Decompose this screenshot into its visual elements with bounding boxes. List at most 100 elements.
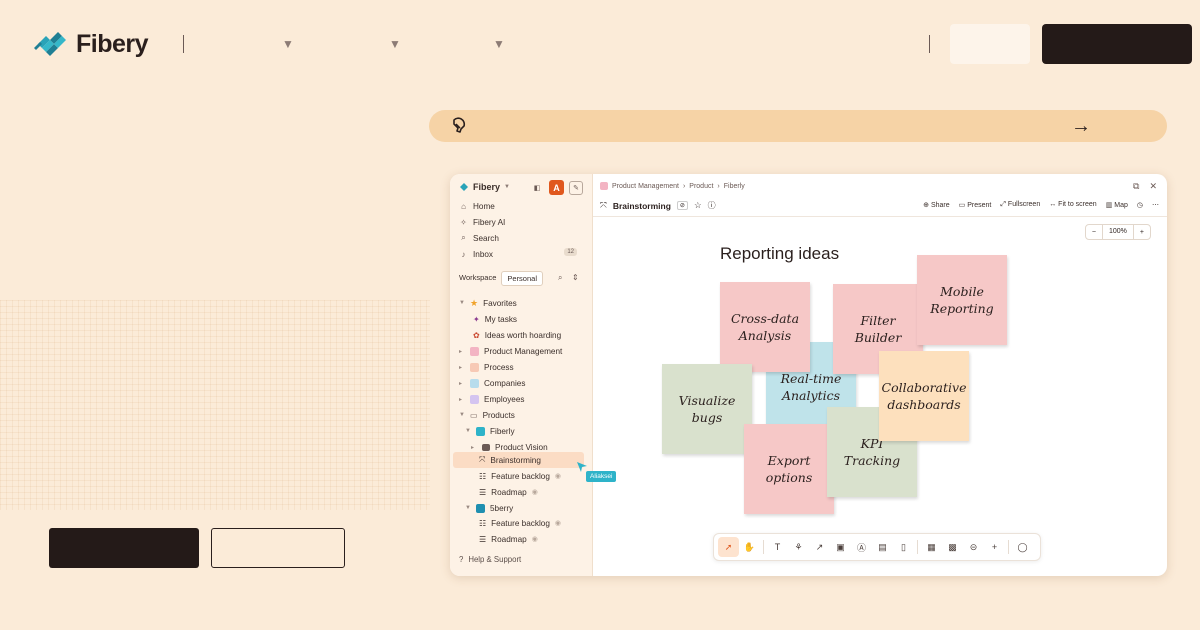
link-icon[interactable]: ⊘	[676, 201, 688, 210]
sticky-note-mobile[interactable]: Mobile Reporting	[917, 255, 1007, 345]
sticky-note-export[interactable]: Export options	[744, 424, 834, 514]
tree-item-label: Employees	[484, 394, 525, 404]
map-button[interactable]: ▥ Map	[1106, 201, 1128, 209]
space-icon	[470, 362, 479, 372]
brand-name: Fibery	[76, 29, 149, 58]
tree-item-5berry[interactable]: ▼ 5berry	[465, 501, 513, 515]
tree-item-label: Process	[484, 362, 514, 372]
close-icon[interactable]: ✕	[1149, 181, 1157, 192]
chevron-right-icon: ›	[717, 182, 720, 190]
tree-item-roadmap-2[interactable]: ☰ Roadmap ◉	[479, 532, 538, 546]
expand-icon: ⤢	[1000, 201, 1006, 208]
tree-item-product-management[interactable]: ▸ Product Management	[459, 344, 562, 358]
text-tool-icon[interactable]: T	[767, 537, 788, 557]
share-button[interactable]: ⊕ Share	[923, 201, 950, 209]
folder-icon: ▭	[470, 410, 478, 420]
bookmark-icon[interactable]: ⧉	[1133, 181, 1139, 192]
page-title: Brainstorming	[612, 200, 671, 211]
primary-cta-button[interactable]	[49, 528, 199, 568]
tree-item-feature-backlog-2[interactable]: ☷ Feature backlog ◉	[479, 516, 561, 530]
view-toolbar: ⊕ Share ▭ Present ⤢ Fullscreen ↔ Fit to …	[923, 201, 1159, 209]
present-button[interactable]: ▭ Present	[959, 201, 992, 209]
sticky-note-visualize[interactable]: Visualize bugs	[662, 364, 752, 454]
breadcrumb-item[interactable]: Product Management	[612, 183, 679, 190]
signup-button[interactable]	[1042, 24, 1192, 64]
help-support-link[interactable]: ? Help & Support	[459, 555, 521, 564]
tree-item-roadmap[interactable]: ☰ Roadmap ◉	[479, 485, 538, 499]
sidebar-item-search[interactable]: ⌕ Search	[459, 231, 499, 245]
inbox-count-badge: 12	[564, 248, 577, 256]
space-icon	[470, 394, 479, 404]
more-icon[interactable]: ⋯	[1152, 201, 1159, 209]
image-tool-icon[interactable]: ▣	[830, 537, 851, 557]
tree-item-products[interactable]: ▼ ▭ Products	[459, 408, 515, 422]
tree-item-label: Feature backlog	[491, 471, 550, 481]
add-icon[interactable]: +	[984, 537, 1005, 557]
help-icon: ?	[459, 555, 464, 564]
tree-item-brainstorming[interactable]: ⤧ Brainstorming	[479, 453, 541, 467]
hand-tool-icon[interactable]: ✋	[739, 537, 760, 557]
sidebar-item-label: Home	[473, 201, 495, 211]
tree-item-ideas[interactable]: ✿ Ideas worth hoarding	[473, 328, 561, 342]
tree-item-label: Favorites	[483, 298, 517, 308]
search-icon[interactable]: ⌕	[558, 273, 562, 283]
segment-personal[interactable]: Personal	[501, 271, 543, 286]
arrow-tool-icon[interactable]: ↗	[809, 537, 830, 557]
sticky-note-tool-icon[interactable]: ▤	[872, 537, 893, 557]
breadcrumb-item[interactable]: Product	[689, 183, 713, 190]
card-tool-icon[interactable]: ▦	[921, 537, 942, 557]
chevron-right-icon: ›	[682, 182, 686, 190]
brand-logo[interactable]: Fibery	[32, 26, 149, 62]
entity-tool-icon[interactable]: ▩	[942, 537, 963, 557]
chevron-down-icon[interactable]: ▼	[493, 37, 505, 51]
chevron-down-icon[interactable]: ▼	[282, 37, 294, 51]
login-button[interactable]	[950, 24, 1030, 64]
chevron-down-icon[interactable]: ▼	[389, 37, 401, 51]
sidebar-item-home[interactable]: ⌂ Home	[459, 199, 495, 213]
segment-workspace[interactable]: Workspace	[454, 271, 501, 286]
workspace-switcher[interactable]: Fibery ▼	[459, 182, 510, 192]
history-icon[interactable]: ◷	[1137, 201, 1143, 209]
fibery-logo-icon	[34, 32, 66, 56]
eye-icon: ◉	[531, 536, 538, 543]
pen-tool-icon[interactable]: Ⓐ	[851, 537, 872, 557]
tree-item-companies[interactable]: ▸ Companies	[459, 376, 525, 390]
tree-item-process[interactable]: ▸ Process	[459, 360, 514, 374]
toolbar-divider	[763, 540, 764, 554]
sticky-note-cross-data[interactable]: Cross-data Analysis	[720, 282, 810, 372]
link-tool-icon[interactable]: ⊝	[963, 537, 984, 557]
space-icon	[470, 346, 479, 356]
tree-item-employees[interactable]: ▸ Employees	[459, 392, 525, 406]
timeline-icon: ☰	[479, 534, 487, 544]
fullscreen-button[interactable]: ⤢ Fullscreen	[1000, 201, 1040, 209]
announcement-banner[interactable]: →	[429, 110, 1167, 142]
breadcrumb-item[interactable]: Fiberly	[724, 183, 745, 190]
tree-item-label: Product Management	[484, 346, 563, 356]
sticky-note-collaborative[interactable]: Collaborative dashboards	[879, 351, 969, 441]
tree-item-feature-backlog[interactable]: ☷ Feature backlog ◉	[479, 469, 561, 483]
shape-tool-icon[interactable]: ⚘	[788, 537, 809, 557]
select-tool-icon[interactable]: ➚	[718, 537, 739, 557]
sidebar-item-label: Fibery AI	[473, 217, 506, 227]
star-icon[interactable]: ☆	[694, 200, 702, 211]
zoom-in-button[interactable]: +	[1134, 229, 1150, 236]
tree-item-my-tasks[interactable]: ✦ My tasks	[473, 312, 517, 326]
zoom-control: − 100% +	[1084, 224, 1151, 240]
app-preview-window: Fibery ▼ ◧ A ✎ ⌂ Home ✧ Fibery AI ⌕ Sear…	[450, 174, 1167, 576]
new-page-icon[interactable]: ✎	[569, 180, 583, 195]
sidebar-item-fibery-ai[interactable]: ✧ Fibery AI	[459, 215, 505, 229]
tree-item-favorites[interactable]: ▼ ★ Favorites	[459, 296, 517, 310]
sidebar-item-inbox[interactable]: ♪ Inbox 12	[459, 247, 585, 261]
fit-to-screen-button[interactable]: ↔ Fit to screen	[1049, 201, 1096, 209]
comment-tool-icon[interactable]: ◯	[1012, 537, 1033, 557]
avatar[interactable]: A	[549, 180, 564, 195]
sidebar-toggle-icon[interactable]: ◧	[530, 181, 544, 195]
star-icon: ★	[470, 297, 479, 308]
zoom-out-button[interactable]: −	[1086, 229, 1102, 236]
info-icon[interactable]: ⓘ	[708, 200, 716, 211]
tree-item-fiberly[interactable]: ▼ Fiberly	[465, 424, 515, 438]
space-icon	[600, 182, 608, 190]
secondary-cta-button[interactable]	[211, 528, 345, 568]
frame-tool-icon[interactable]: ▯	[893, 537, 914, 557]
collapse-icon[interactable]: ⇕	[572, 273, 579, 282]
